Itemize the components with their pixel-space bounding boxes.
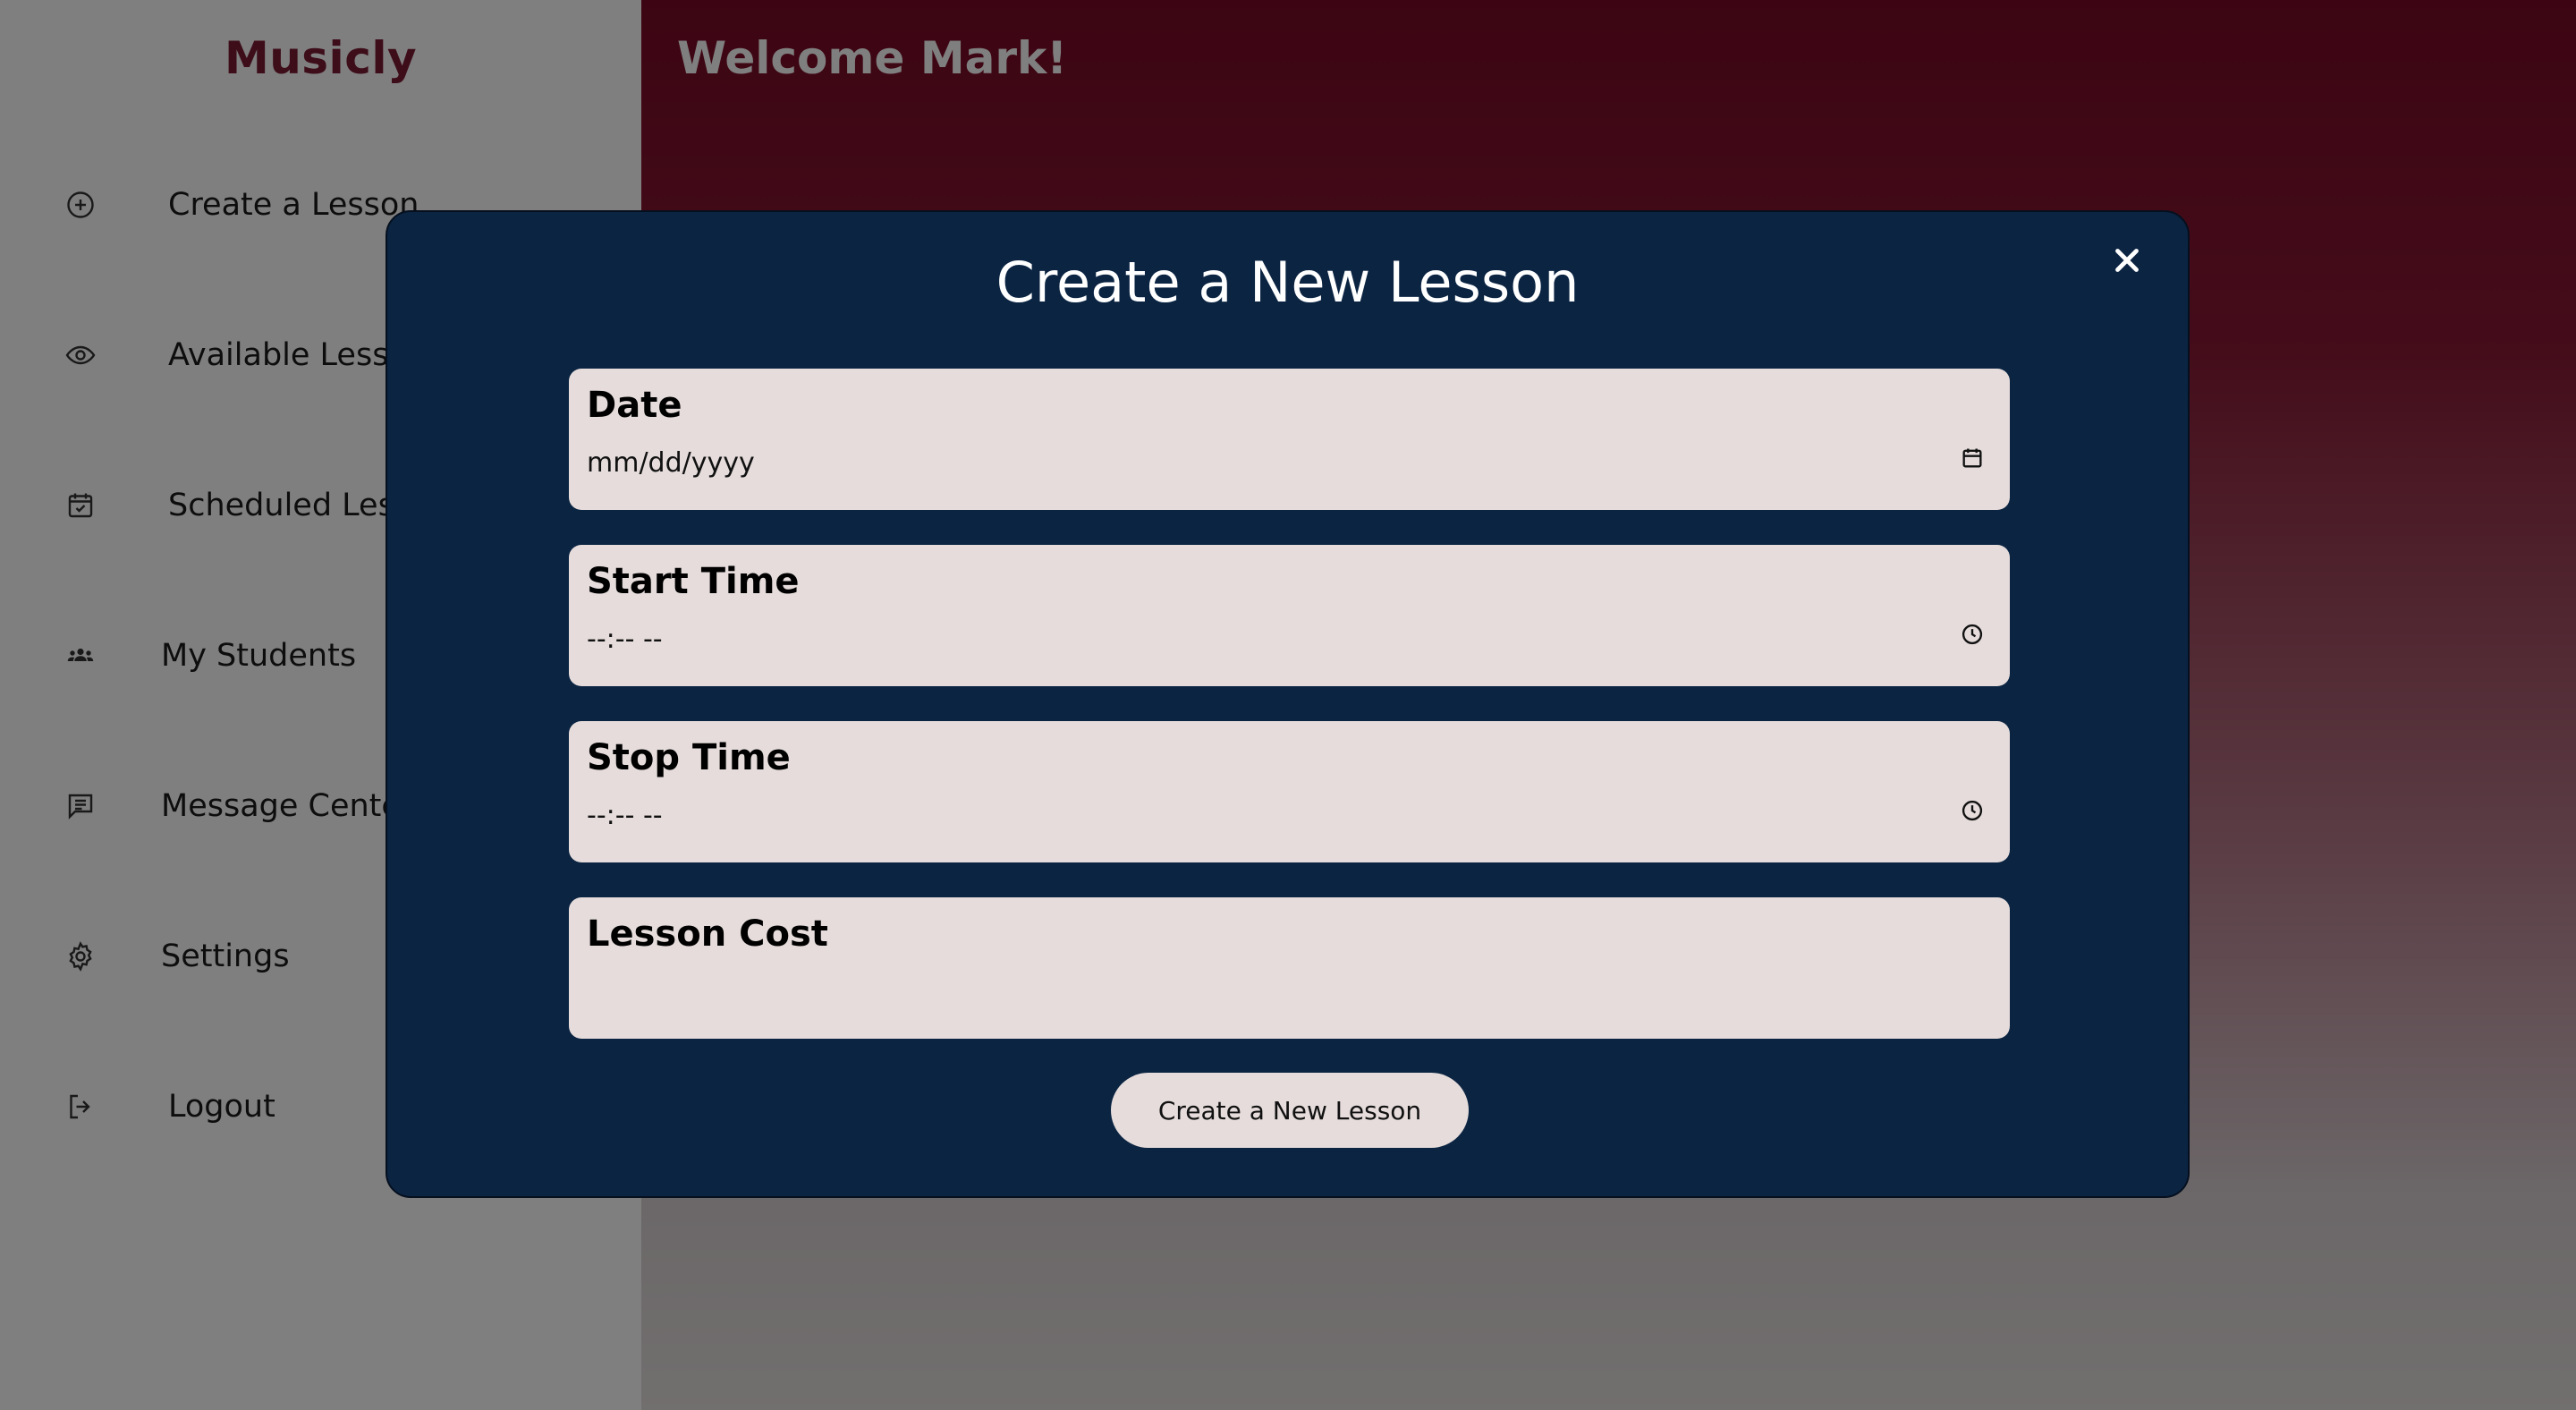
- lesson-cost-field: Lesson Cost: [569, 897, 2010, 1039]
- lesson-cost-label: Lesson Cost: [587, 913, 828, 955]
- start-time-label: Start Time: [587, 561, 800, 602]
- create-lesson-modal: Create a New Lesson Date Start Time Stop…: [386, 210, 2190, 1198]
- date-field: Date: [569, 369, 2010, 510]
- calendar-icon[interactable]: [1958, 444, 1987, 472]
- start-time-input[interactable]: [587, 616, 1991, 661]
- app-root: Musicly Create a Lesson Available Lesson…: [0, 0, 2576, 1410]
- stop-time-field: Stop Time: [569, 721, 2010, 862]
- date-input[interactable]: [587, 440, 1991, 485]
- start-time-field: Start Time: [569, 545, 2010, 686]
- close-icon: [2115, 249, 2139, 272]
- clock-icon[interactable]: [1958, 796, 1987, 825]
- date-label: Date: [587, 385, 682, 426]
- create-lesson-submit-button[interactable]: Create a New Lesson: [1111, 1073, 1469, 1148]
- stop-time-label: Stop Time: [587, 737, 791, 778]
- lesson-cost-input[interactable]: [587, 969, 1991, 1014]
- clock-icon[interactable]: [1958, 620, 1987, 649]
- close-button[interactable]: [2104, 237, 2150, 284]
- modal-title: Create a New Lesson: [996, 250, 1580, 315]
- stop-time-input[interactable]: [587, 793, 1991, 837]
